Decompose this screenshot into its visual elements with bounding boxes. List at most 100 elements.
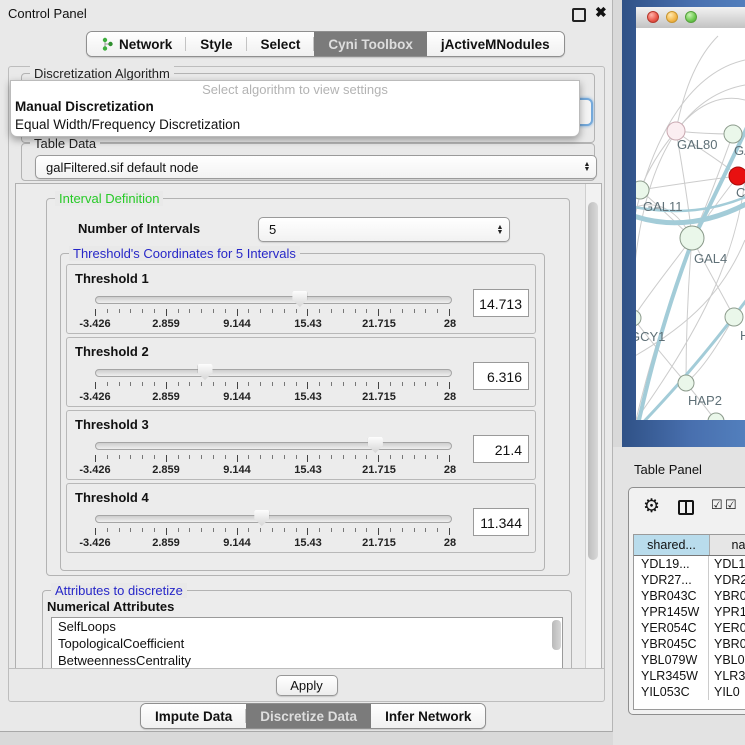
network-edge[interactable]	[692, 238, 734, 317]
apply-button[interactable]: Apply	[276, 675, 338, 696]
network-node-GAL11[interactable]	[636, 181, 649, 199]
threshold-value-box[interactable]: 21.4	[473, 435, 529, 463]
screen: Control Panel ✖ NetworkStyleSelectCyni T…	[0, 0, 745, 745]
slider-thumb[interactable]	[254, 510, 269, 526]
threshold-slider[interactable]: -3.4262.8599.14415.4321.71528	[95, 366, 450, 404]
table-row[interactable]: YBR045CYBR0	[634, 636, 745, 652]
threshold-label: Threshold 4	[75, 490, 149, 505]
tab-label: Style	[200, 37, 232, 52]
interval-definition-title: Interval Definition	[55, 191, 163, 206]
table-cell[interactable]: YBR0	[709, 588, 745, 604]
threshold-slider[interactable]: -3.4262.8599.14415.4321.71528	[95, 512, 450, 550]
tab-select[interactable]: Select	[247, 32, 315, 56]
network-edge[interactable]	[636, 238, 692, 318]
table-cell[interactable]: YER0	[709, 620, 745, 636]
table-row[interactable]: YLR345WYLR3	[634, 668, 745, 684]
tab-infer-network[interactable]: Infer Network	[371, 704, 485, 728]
algorithm-option[interactable]: Manual Discretization	[11, 98, 579, 116]
slider-track[interactable]	[95, 442, 452, 450]
table-cell[interactable]: YLR345W	[634, 668, 709, 684]
network-node-node-red[interactable]	[729, 167, 745, 185]
table-cell[interactable]: YIL0	[709, 684, 745, 700]
network-node-label: GAL4	[694, 251, 727, 266]
table-cell[interactable]: YDL1	[709, 556, 745, 572]
tab-impute-data[interactable]: Impute Data	[141, 704, 246, 728]
threshold-slider[interactable]: -3.4262.8599.14415.4321.71528	[95, 439, 450, 477]
network-node-node-top-right[interactable]	[724, 125, 742, 143]
slider-track[interactable]	[95, 296, 452, 304]
mac-close-button[interactable]	[647, 11, 659, 23]
threshold-label: Threshold 3	[75, 417, 149, 432]
slider-track[interactable]	[95, 369, 452, 377]
mac-minimize-button[interactable]	[666, 11, 678, 23]
slider-thumb[interactable]	[368, 437, 383, 453]
table-cell[interactable]: YIL053C	[634, 684, 709, 700]
table-row[interactable]: YBL079WYBL0	[634, 652, 745, 668]
network-edge[interactable]	[676, 36, 718, 131]
scrollbar-thumb[interactable]	[588, 202, 598, 560]
network-node-GCY1[interactable]	[636, 310, 641, 326]
table-cell[interactable]: YBL0	[709, 652, 745, 668]
attribute-list-scrollbar[interactable]	[552, 620, 561, 650]
table-column-header[interactable]: shared...	[634, 535, 710, 555]
table-cell[interactable]: YBR045C	[634, 636, 709, 652]
attribute-item[interactable]: BetweennessCentrality	[52, 652, 562, 669]
tab-jactivemnodules[interactable]: jActiveMNodules	[427, 32, 564, 56]
slider-track[interactable]	[95, 515, 452, 523]
attribute-item[interactable]: SelfLoops	[52, 618, 562, 635]
tab-discretize-data[interactable]: Discretize Data	[246, 704, 371, 728]
table-cell[interactable]: YLR3	[709, 668, 745, 684]
slider-thumb[interactable]	[198, 364, 213, 380]
table-row[interactable]: YIL053CYIL0	[634, 684, 745, 700]
threshold-list: Threshold 1 -3.4262.8599.14415.4321.7152…	[61, 264, 536, 556]
settings-vertical-scrollbar[interactable]	[585, 184, 601, 668]
table-row[interactable]: YBR043CYBR0	[634, 588, 745, 604]
tab-style[interactable]: Style	[186, 32, 246, 56]
checkbox-icon[interactable]: ☑	[711, 497, 723, 513]
tab-network[interactable]: Network	[87, 32, 186, 56]
table-column-header[interactable]: na	[710, 535, 745, 555]
tab-cyni-toolbox[interactable]: Cyni Toolbox	[314, 32, 427, 56]
network-node-HAP2[interactable]	[678, 375, 694, 391]
threshold-value-box[interactable]: 6.316	[473, 362, 529, 390]
columns-icon[interactable]	[678, 500, 694, 515]
table-cell[interactable]: YER054C	[634, 620, 709, 636]
table-cell[interactable]: YDL19...	[634, 556, 709, 572]
thresholds-group: Threshold's Coordinates for 5 Intervals …	[60, 253, 545, 571]
table-cell[interactable]: YBL079W	[634, 652, 709, 668]
attribute-list[interactable]: SelfLoopsTopologicalCoefficientBetweenne…	[51, 617, 563, 669]
table-row[interactable]: YDL19...YDL1	[634, 556, 745, 572]
network-edge[interactable]	[636, 85, 745, 300]
gear-icon[interactable]: ⚙	[643, 495, 660, 518]
number-of-intervals-combo[interactable]: 5 ▲▼	[258, 217, 510, 242]
tab-label: Infer Network	[385, 709, 471, 724]
table-cell[interactable]: YDR2	[709, 572, 745, 588]
table-row[interactable]: YER054CYER0	[634, 620, 745, 636]
tab-label: jActiveMNodules	[441, 37, 550, 52]
network-node-node-H[interactable]	[725, 308, 743, 326]
threshold-value-box[interactable]: 11.344	[473, 508, 529, 536]
threshold-slider[interactable]: -3.4262.8599.14415.4321.71528	[95, 293, 450, 331]
table-cell[interactable]: YDR27...	[634, 572, 709, 588]
slider-thumb[interactable]	[292, 291, 307, 307]
network-node-label: GAL11	[643, 199, 683, 214]
float-window-icon[interactable]	[572, 8, 586, 22]
mac-zoom-button[interactable]	[685, 11, 697, 23]
number-of-intervals-value: 5	[259, 222, 491, 237]
table-cell[interactable]: YPR145W	[634, 604, 709, 620]
table-cell[interactable]: YBR043C	[634, 588, 709, 604]
table-data-combo[interactable]: galFiltered.sif default node ▲▼	[35, 155, 597, 179]
attribute-item[interactable]: TopologicalCoefficient	[52, 635, 562, 652]
checkbox-icon[interactable]: ☑	[725, 497, 737, 513]
network-node-label: GCY1	[636, 329, 665, 344]
table-cell[interactable]: YBR0	[709, 636, 745, 652]
network-canvas[interactable]: GAL80GACGAL11GAL4GCY1HHAP2	[636, 28, 745, 420]
network-node-GAL4[interactable]	[680, 226, 704, 250]
table-cell[interactable]: YPR1	[709, 604, 745, 620]
close-icon[interactable]: ✖	[595, 4, 607, 21]
algorithm-option[interactable]: Equal Width/Frequency Discretization	[11, 116, 579, 134]
threshold-value-box[interactable]: 14.713	[473, 289, 529, 317]
table-row[interactable]: YPR145WYPR1	[634, 604, 745, 620]
table-row[interactable]: YDR27...YDR2	[634, 572, 745, 588]
network-window-titlebar[interactable]	[636, 7, 745, 29]
